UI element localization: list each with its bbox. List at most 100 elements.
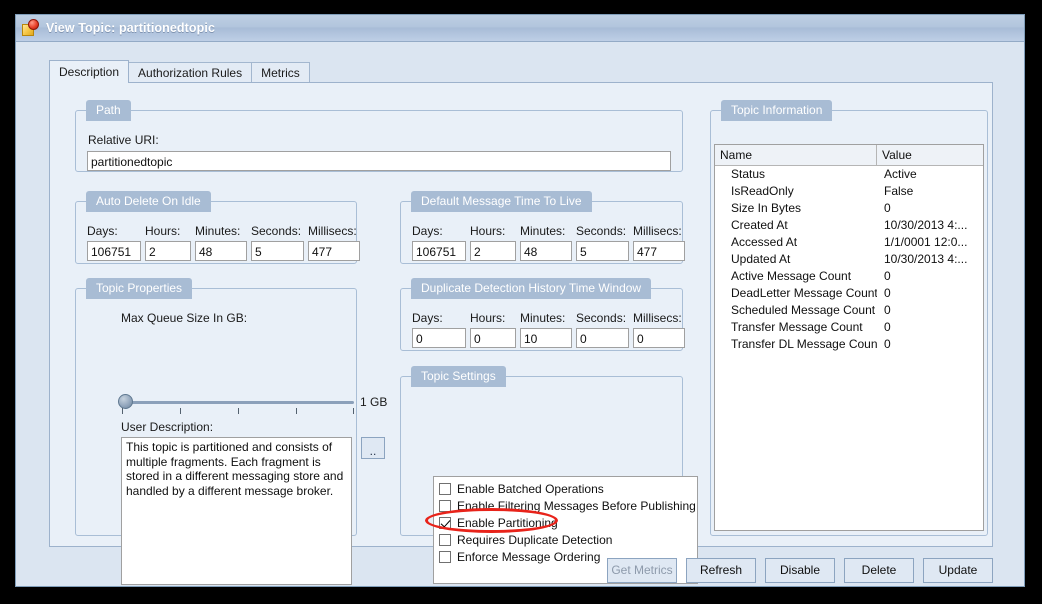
- dup-millisecs: Millisecs: 0: [633, 311, 685, 348]
- path-group-legend: Path: [86, 100, 131, 121]
- max-queue-size-label: Max Queue Size In GB:: [121, 311, 248, 325]
- row-value: 10/30/2013 4:...: [884, 252, 968, 266]
- auto-delete-minutes-label: Minutes:: [195, 224, 241, 238]
- checkbox-row-requires-duplicate-detection[interactable]: Requires Duplicate Detection: [439, 532, 697, 548]
- checkbox-label-enable-batched-operations: Enable Batched Operations: [457, 482, 604, 496]
- checkbox-requires-duplicate-detection[interactable]: [439, 534, 451, 546]
- slider-tick-4: [353, 408, 354, 414]
- ttl-minutes-input[interactable]: 48: [520, 241, 572, 261]
- row-name: Active Message Count: [731, 269, 852, 283]
- table-row[interactable]: Transfer DL Message Count 0: [715, 336, 983, 353]
- topic-information-legend: Topic Information: [721, 100, 833, 121]
- tab-authorization-rules[interactable]: Authorization Rules: [128, 62, 253, 83]
- table-row[interactable]: Transfer Message Count 0: [715, 319, 983, 336]
- dup-hours-label: Hours:: [470, 311, 506, 325]
- checkbox-label-enable-filtering-messages: Enable Filtering Messages Before Publish…: [457, 499, 696, 513]
- checkbox-row-enable-partitioning[interactable]: Enable Partitioning: [439, 515, 697, 531]
- description-tab-panel: Path Relative URI: partitionedtopic Auto…: [49, 82, 993, 585]
- row-value: False: [884, 184, 914, 198]
- row-value: 10/30/2013 4:...: [884, 218, 968, 232]
- get-metrics-button[interactable]: Get Metrics: [607, 558, 677, 583]
- dup-millisecs-label: Millisecs:: [633, 311, 682, 325]
- relative-uri-input[interactable]: partitionedtopic: [87, 151, 671, 171]
- ttl-days-label: Days:: [412, 224, 443, 238]
- ttl-hours-label: Hours:: [470, 224, 506, 238]
- dup-millisecs-input[interactable]: 0: [633, 328, 685, 348]
- auto-delete-on-idle-group: Auto Delete On Idle Days: 106751 Hours: …: [75, 191, 360, 264]
- row-value: 0: [884, 269, 891, 283]
- auto-delete-millisecs-input[interactable]: 477: [308, 241, 360, 261]
- user-description-label: User Description:: [121, 420, 214, 434]
- checkbox-label-enable-partitioning: Enable Partitioning: [457, 516, 558, 530]
- ttl-days-input[interactable]: 106751: [412, 241, 466, 261]
- auto-delete-days-label: Days:: [87, 224, 118, 238]
- dup-minutes-input[interactable]: 10: [520, 328, 572, 348]
- row-value: 0: [884, 303, 891, 317]
- dup-seconds: Seconds: 0: [576, 311, 629, 348]
- row-value: 0: [884, 201, 891, 215]
- row-name: Size In Bytes: [731, 201, 802, 215]
- ttl-millisecs: Millisecs: 477: [633, 224, 685, 261]
- disable-button[interactable]: Disable: [765, 558, 835, 583]
- row-value: 0: [884, 286, 891, 300]
- checkbox-enable-partitioning[interactable]: [439, 517, 451, 529]
- auto-delete-seconds-input[interactable]: 5: [251, 241, 304, 261]
- ttl-seconds-input[interactable]: 5: [576, 241, 629, 261]
- dup-days-label: Days:: [412, 311, 443, 325]
- table-row[interactable]: IsReadOnly False: [715, 183, 983, 200]
- row-value: 0: [884, 320, 891, 334]
- auto-delete-millisecs-label: Millisecs:: [308, 224, 357, 238]
- auto-delete-minutes-input[interactable]: 48: [195, 241, 247, 261]
- dup-seconds-input[interactable]: 0: [576, 328, 629, 348]
- table-row[interactable]: Created At 10/30/2013 4:...: [715, 217, 983, 234]
- table-row[interactable]: Scheduled Message Count 0: [715, 302, 983, 319]
- update-button[interactable]: Update: [923, 558, 993, 583]
- tab-description[interactable]: Description: [49, 60, 130, 83]
- row-name: IsReadOnly: [731, 184, 794, 198]
- row-name: Scheduled Message Count: [731, 303, 876, 317]
- table-row[interactable]: Active Message Count 0: [715, 268, 983, 285]
- refresh-button[interactable]: Refresh: [686, 558, 756, 583]
- ttl-hours: Hours: 2: [470, 224, 516, 261]
- ttl-hours-input[interactable]: 2: [470, 241, 516, 261]
- table-row[interactable]: Accessed At 1/1/0001 12:0...: [715, 234, 983, 251]
- table-row[interactable]: Size In Bytes 0: [715, 200, 983, 217]
- ttl-seconds: Seconds: 5: [576, 224, 629, 261]
- table-row[interactable]: Status Active: [715, 166, 983, 183]
- relative-uri-label: Relative URI:: [88, 133, 159, 147]
- topic-information-table[interactable]: Name Value Status Active IsReadOnly Fals…: [714, 144, 984, 531]
- checkbox-enable-filtering-messages[interactable]: [439, 500, 451, 512]
- auto-delete-hours-input[interactable]: 2: [145, 241, 191, 261]
- slider-max-label: 1 GB: [360, 395, 388, 409]
- ttl-minutes: Minutes: 48: [520, 224, 572, 261]
- topic-information-group: Topic Information Name Value Status Acti…: [710, 100, 988, 536]
- auto-delete-days-input[interactable]: 106751: [87, 241, 141, 261]
- table-row[interactable]: DeadLetter Message Count 0: [715, 285, 983, 302]
- checkbox-enable-batched-operations[interactable]: [439, 483, 451, 495]
- table-row[interactable]: Updated At 10/30/2013 4:...: [715, 251, 983, 268]
- max-queue-size-slider-track[interactable]: [122, 401, 354, 404]
- user-description-expand-button[interactable]: ..: [361, 437, 385, 459]
- auto-delete-hours: Hours: 2: [145, 224, 191, 261]
- dup-days-input[interactable]: 0: [412, 328, 466, 348]
- delete-button[interactable]: Delete: [844, 558, 914, 583]
- tab-metrics[interactable]: Metrics: [251, 62, 310, 83]
- dup-hours-input[interactable]: 0: [470, 328, 516, 348]
- row-name: Transfer Message Count: [731, 320, 863, 334]
- dup-minutes: Minutes: 10: [520, 311, 572, 348]
- ttl-millisecs-input[interactable]: 477: [633, 241, 685, 261]
- tab-strip: Description Authorization Rules Metrics: [49, 60, 310, 83]
- column-header-name: Name: [715, 145, 877, 165]
- max-queue-size-slider-thumb[interactable]: [118, 394, 133, 409]
- auto-delete-minutes: Minutes: 48: [195, 224, 247, 261]
- row-value: 0: [884, 337, 891, 351]
- auto-delete-seconds: Seconds: 5: [251, 224, 304, 261]
- row-name: Created At: [731, 218, 788, 232]
- checkbox-row-enable-batched-operations[interactable]: Enable Batched Operations: [439, 481, 697, 497]
- slider-tick-2: [238, 408, 239, 414]
- duplicate-detection-legend: Duplicate Detection History Time Window: [411, 278, 652, 299]
- dup-minutes-label: Minutes:: [520, 311, 566, 325]
- checkbox-row-enable-filtering-messages[interactable]: Enable Filtering Messages Before Publish…: [439, 498, 697, 514]
- dup-hours: Hours: 0: [470, 311, 516, 348]
- slider-tick-0: [122, 408, 123, 414]
